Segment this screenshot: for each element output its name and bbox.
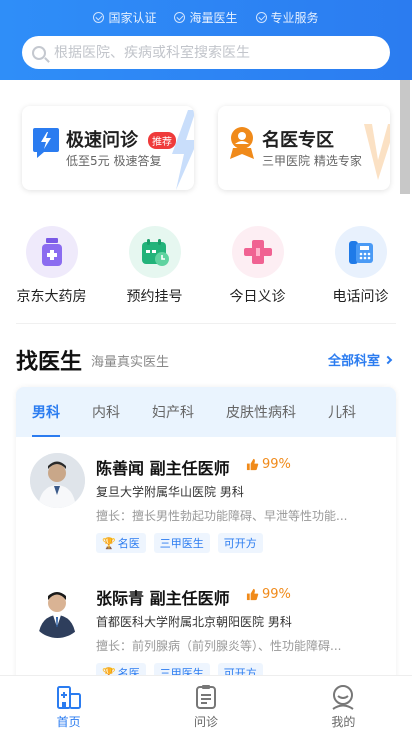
thumbs-up-icon xyxy=(246,458,259,471)
trophy-icon: 🏆 xyxy=(102,536,116,550)
tab-pediatrics[interactable]: 儿科 xyxy=(328,387,356,437)
tab-label: 我的 xyxy=(331,715,356,729)
tag-famous: 🏆 名医 xyxy=(96,533,146,553)
phone-icon xyxy=(334,226,387,278)
tab-internal-medicine[interactable]: 内科 xyxy=(92,387,120,437)
quick-link-label: 今日义诊 xyxy=(229,289,286,305)
tab-consult[interactable]: 问诊 xyxy=(137,676,274,732)
avatar xyxy=(30,453,85,508)
fast-consult-card[interactable]: 极速问诊 推荐 低至5元 极速答复 xyxy=(22,106,194,190)
doctor-specialty: 擅长：擅长男性勃起功能障碍、早泄等性功能... xyxy=(96,509,348,523)
search-icon xyxy=(32,45,46,60)
praise-rate: 99% xyxy=(246,587,291,602)
badge-certified: 国家认证 xyxy=(93,9,156,26)
tag-top-hospital: 三甲医生 xyxy=(153,533,210,553)
lightning-chat-icon xyxy=(33,128,59,158)
check-circle-icon xyxy=(174,12,186,23)
v-decoration-icon xyxy=(364,124,390,180)
check-circle-icon xyxy=(93,12,105,23)
calendar-clock-icon xyxy=(128,226,181,278)
praise-rate: 99% xyxy=(246,457,291,472)
section-title: 找医生 xyxy=(16,350,83,375)
tab-mine[interactable]: 我的 xyxy=(275,676,412,732)
quick-link-label: 预约挂号 xyxy=(126,289,183,305)
user-icon xyxy=(332,685,354,710)
search-input[interactable] xyxy=(54,44,374,61)
doctor-card[interactable]: 张际青 副主任医师 99% 首都医科大学附属北京朝阳医院 男科 擅长：前列腺病（… xyxy=(30,583,380,687)
quick-link-phone-consult[interactable]: 电话问诊 xyxy=(309,226,412,306)
avatar xyxy=(30,583,85,638)
medical-cross-icon xyxy=(231,226,284,278)
tab-label: 首页 xyxy=(56,715,81,729)
search-bar[interactable] xyxy=(22,36,390,69)
doctor-hospital: 复旦大学附属华山医院 男科 xyxy=(96,485,244,499)
pharmacy-bottle-icon xyxy=(25,226,78,278)
trust-badges: 国家认证 海量医生 专业服务 xyxy=(0,9,412,26)
all-departments-link[interactable]: 全部科室 xyxy=(328,350,393,369)
tab-obstetrics[interactable]: 妇产科 xyxy=(152,387,194,437)
home-hospital-icon xyxy=(56,686,81,709)
department-tabs: 男科 内科 妇产科 皮肤性病科 儿科 xyxy=(16,387,396,437)
tab-label: 问诊 xyxy=(193,715,218,729)
divider xyxy=(16,323,396,324)
praise-value: 99% xyxy=(262,587,291,602)
quick-link-pharmacy[interactable]: 京东大药房 xyxy=(0,226,103,306)
badge-doctors: 海量医生 xyxy=(174,9,238,26)
scrollbar[interactable] xyxy=(400,80,410,194)
doctor-specialty: 擅长：前列腺病（前列腺炎等）、性功能障碍... xyxy=(96,639,342,653)
doctor-name: 陈善闻 副主任医师 xyxy=(96,459,230,478)
famous-doctor-card[interactable]: 名医专区 三甲医院 精选专家 xyxy=(218,106,390,190)
quick-link-free-clinic[interactable]: 今日义诊 xyxy=(206,226,309,306)
check-circle-icon xyxy=(255,12,267,23)
tag-prescription: 可开方 xyxy=(217,533,263,553)
card-subtitle: 三甲医院 精选专家 xyxy=(262,154,362,168)
header: 国家认证 海量医生 专业服务 xyxy=(0,0,412,80)
clipboard-icon xyxy=(195,685,216,709)
section-subtitle: 海量真实医生 xyxy=(91,355,170,370)
thumbs-up-icon xyxy=(246,588,259,601)
doctor-badge-icon xyxy=(230,127,254,159)
doctor-tags: 🏆 名医 三甲医生 可开方 xyxy=(96,533,263,553)
chevron-right-icon xyxy=(383,355,393,364)
doctor-panel: 男科 内科 妇产科 皮肤性病科 儿科 陈善闻 副主任医师 99% 复旦大学附属华… xyxy=(16,387,396,687)
card-subtitle: 低至5元 极速答复 xyxy=(66,154,162,168)
quick-link-label: 电话问诊 xyxy=(332,289,389,305)
lightning-decoration-icon xyxy=(172,110,194,190)
praise-value: 99% xyxy=(262,457,291,472)
card-title: 极速问诊 xyxy=(66,130,138,151)
bottom-tab-bar: 首页 问诊 我的 xyxy=(0,675,412,732)
tab-dermatology[interactable]: 皮肤性病科 xyxy=(226,387,296,437)
doctor-hospital: 首都医科大学附属北京朝阳医院 男科 xyxy=(96,615,292,629)
quick-link-appointment[interactable]: 预约挂号 xyxy=(103,226,206,306)
tab-home[interactable]: 首页 xyxy=(0,676,137,732)
badge-service: 专业服务 xyxy=(255,9,319,26)
doctor-name: 张际青 副主任医师 xyxy=(96,589,230,608)
card-title: 名医专区 xyxy=(262,130,334,151)
doctor-card[interactable]: 陈善闻 副主任医师 99% 复旦大学附属华山医院 男科 擅长：擅长男性勃起功能障… xyxy=(30,453,380,573)
quick-links: 京东大药房 预约挂号 今日义诊 电话问诊 xyxy=(0,226,412,306)
service-cards: 极速问诊 推荐 低至5元 极速答复 名医专区 三甲医院 精选专家 xyxy=(22,106,390,190)
all-departments-label: 全部科室 xyxy=(328,354,381,369)
tab-andrology[interactable]: 男科 xyxy=(32,387,60,437)
quick-link-label: 京东大药房 xyxy=(16,289,87,305)
